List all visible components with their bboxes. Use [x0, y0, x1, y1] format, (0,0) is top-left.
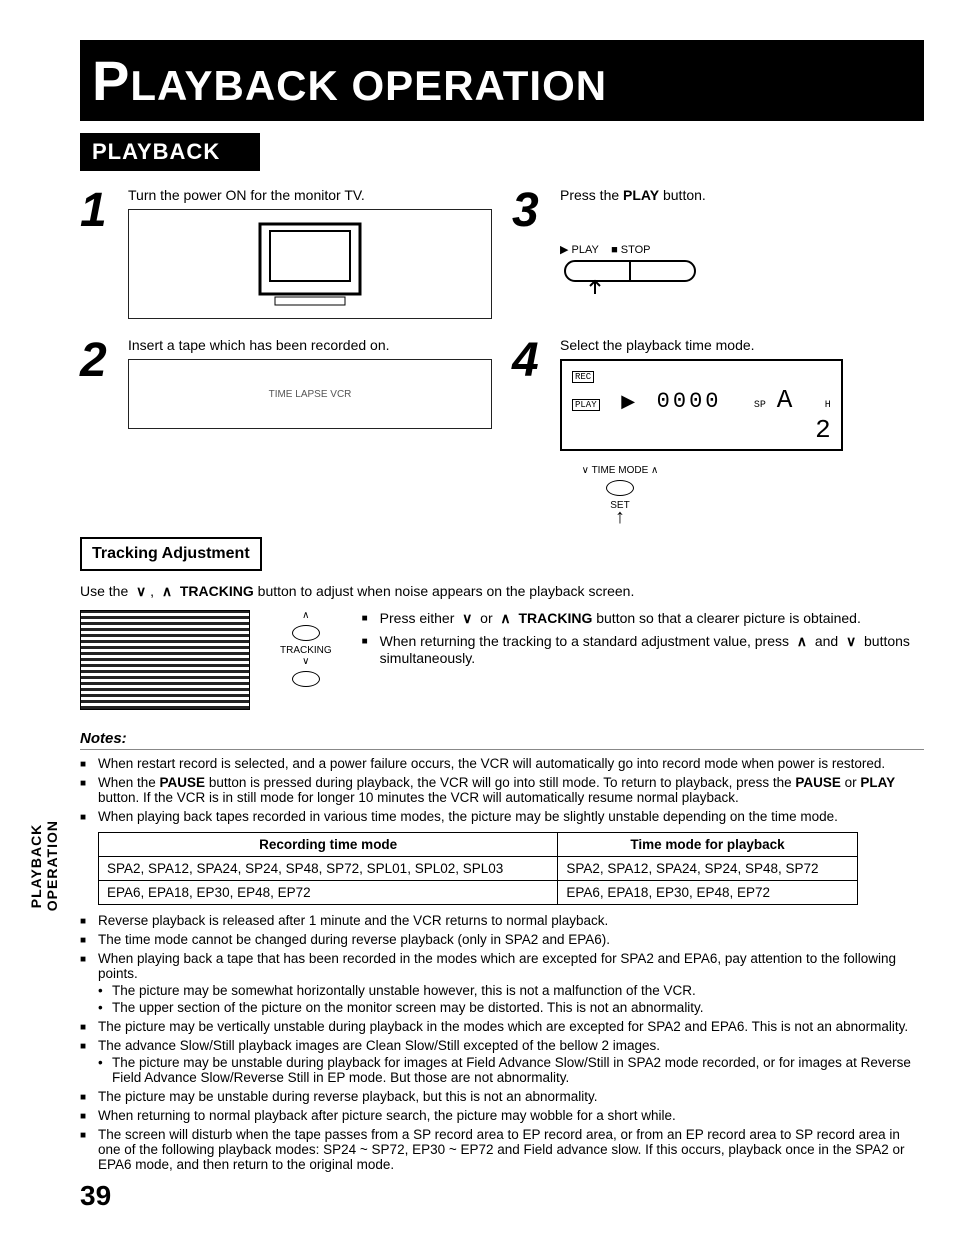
play-stop-labels: ▶ PLAY ■ STOP	[560, 243, 924, 256]
oval-button-icon	[292, 625, 320, 641]
bullet-item: Press either ∨ or ∧ TRACKING button so t…	[362, 610, 924, 627]
oval-button-icon	[606, 480, 634, 496]
step-number: 1	[80, 187, 120, 319]
side-tab: PLAYBACKOPERATION	[28, 820, 60, 911]
arrow-up-icon: ↑	[560, 511, 680, 523]
vcr-illustration: TIME LAPSE VCR	[128, 359, 492, 429]
table-row: SPA2, SPA12, SPA24, SP24, SP48, SP72, SP…	[99, 857, 858, 881]
note-item: Reverse playback is released after 1 min…	[80, 913, 924, 928]
table-row: EPA6, EPA18, EP30, EP48, EP72 EPA6, EPA1…	[99, 881, 858, 905]
notes-list-1: When restart record is selected, and a p…	[80, 756, 924, 824]
page-number: 39	[80, 1180, 924, 1212]
step-number: 3	[512, 187, 552, 319]
timemode-control: ∨ TIME MODE ∧ SET ↑	[560, 465, 680, 523]
notes-list-2: Reverse playback is released after 1 min…	[80, 913, 924, 1172]
page-title: PPLAYBACK OPERATIONLAYBACK OPERATION	[92, 62, 607, 109]
oval-button-icon	[292, 671, 320, 687]
tv-icon	[250, 219, 370, 309]
note-item: The time mode cannot be changed during r…	[80, 932, 924, 947]
time-mode-table: Recording time mode Time mode for playba…	[98, 832, 858, 905]
subnote-item: The picture may be somewhat horizontally…	[98, 983, 924, 998]
note-item: The advance Slow/Still playback images a…	[80, 1038, 924, 1085]
step-text: Turn the power ON for the monitor TV.	[128, 187, 492, 203]
step-number: 4	[512, 337, 552, 523]
note-item: When playing back a tape that has been r…	[80, 951, 924, 1015]
subnote-item: The upper section of the picture on the …	[98, 1000, 924, 1015]
note-item: The picture may be unstable during rever…	[80, 1089, 924, 1104]
bullet-item: When returning the tracking to a standar…	[362, 633, 924, 666]
note-item: When restart record is selected, and a p…	[80, 756, 924, 771]
note-item: When returning to normal playback after …	[80, 1108, 924, 1123]
notes-heading: Notes:	[80, 730, 924, 747]
note-item: The picture may be vertically unstable d…	[80, 1019, 924, 1034]
note-item: When playing back tapes recorded in vari…	[80, 809, 924, 824]
table-header: Recording time mode	[99, 833, 558, 857]
step-text: Select the playback time mode.	[560, 337, 924, 353]
step-2: 2 Insert a tape which has been recorded …	[80, 337, 492, 523]
step-1: 1 Turn the power ON for the monitor TV.	[80, 187, 492, 319]
tracking-buttons-illustration: ∧ TRACKING ∨	[280, 610, 332, 691]
step-3: 3 Press the PLAY button. ▶ PLAY ■ STOP	[512, 187, 924, 319]
play-stop-buttons-icon	[560, 256, 700, 296]
table-header: Time mode for playback	[558, 833, 857, 857]
step-text: Insert a tape which has been recorded on…	[128, 337, 492, 353]
tracking-bullets: Press either ∨ or ∧ TRACKING button so t…	[362, 610, 924, 672]
note-item: The screen will disturb when the tape pa…	[80, 1127, 924, 1172]
lcd-display: REC PLAY ▶ 0000 SP A H 2	[560, 359, 843, 451]
monitor-illustration	[128, 209, 492, 319]
step-number: 2	[80, 337, 120, 523]
section-heading: PLAYBACK	[80, 133, 260, 171]
step-4: 4 Select the playback time mode. REC PLA…	[512, 337, 924, 523]
subnote-item: The picture may be unstable during playb…	[98, 1055, 924, 1085]
tracking-description: Use the ∨ , ∧ TRACKING button to adjust …	[80, 583, 924, 600]
page-title-bar: PPLAYBACK OPERATIONLAYBACK OPERATION	[80, 40, 924, 121]
noise-screen-illustration	[80, 610, 250, 710]
tracking-heading: Tracking Adjustment	[80, 537, 262, 571]
step-text: Press the PLAY button.	[560, 187, 924, 203]
note-item: When the PAUSE button is pressed during …	[80, 775, 924, 805]
